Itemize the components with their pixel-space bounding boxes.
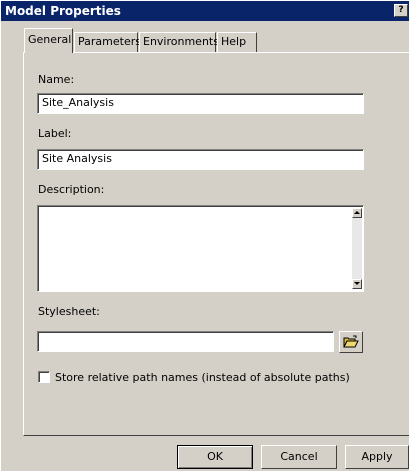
window-title: Model Properties: [5, 4, 121, 18]
apply-button[interactable]: Apply: [345, 445, 409, 469]
relative-paths-label: Store relative path names (instead of ab…: [55, 371, 350, 384]
tab-general[interactable]: General: [24, 28, 73, 53]
scroll-up-button[interactable]: [352, 208, 362, 218]
stylesheet-field[interactable]: [37, 331, 334, 352]
title-bar[interactable]: Model Properties ?: [1, 1, 409, 21]
description-scrollbar[interactable]: [352, 208, 362, 289]
tab-environments[interactable]: Environments: [139, 32, 219, 52]
help-button[interactable]: ?: [394, 4, 408, 17]
model-properties-dialog: Model Properties ? General Parameters En…: [0, 0, 409, 471]
tab-parameters[interactable]: Parameters: [74, 32, 141, 52]
arrow-up-icon: [354, 211, 360, 214]
relative-paths-checkbox[interactable]: [38, 371, 50, 383]
open-folder-icon: [343, 335, 359, 348]
tab-help[interactable]: Help: [217, 32, 257, 52]
name-label: Name:: [38, 73, 75, 86]
ok-button[interactable]: OK: [177, 445, 253, 469]
label-field[interactable]: Site Analysis: [37, 149, 364, 170]
stylesheet-label: Stylesheet:: [38, 305, 100, 318]
cancel-button[interactable]: Cancel: [261, 445, 337, 469]
scroll-down-button[interactable]: [352, 279, 362, 289]
arrow-down-icon: [354, 282, 360, 285]
name-field[interactable]: Site_Analysis: [37, 93, 364, 114]
browse-stylesheet-button[interactable]: [339, 331, 363, 353]
description-textarea[interactable]: [37, 205, 364, 292]
label-label: Label:: [38, 127, 72, 140]
description-label: Description:: [38, 183, 105, 196]
